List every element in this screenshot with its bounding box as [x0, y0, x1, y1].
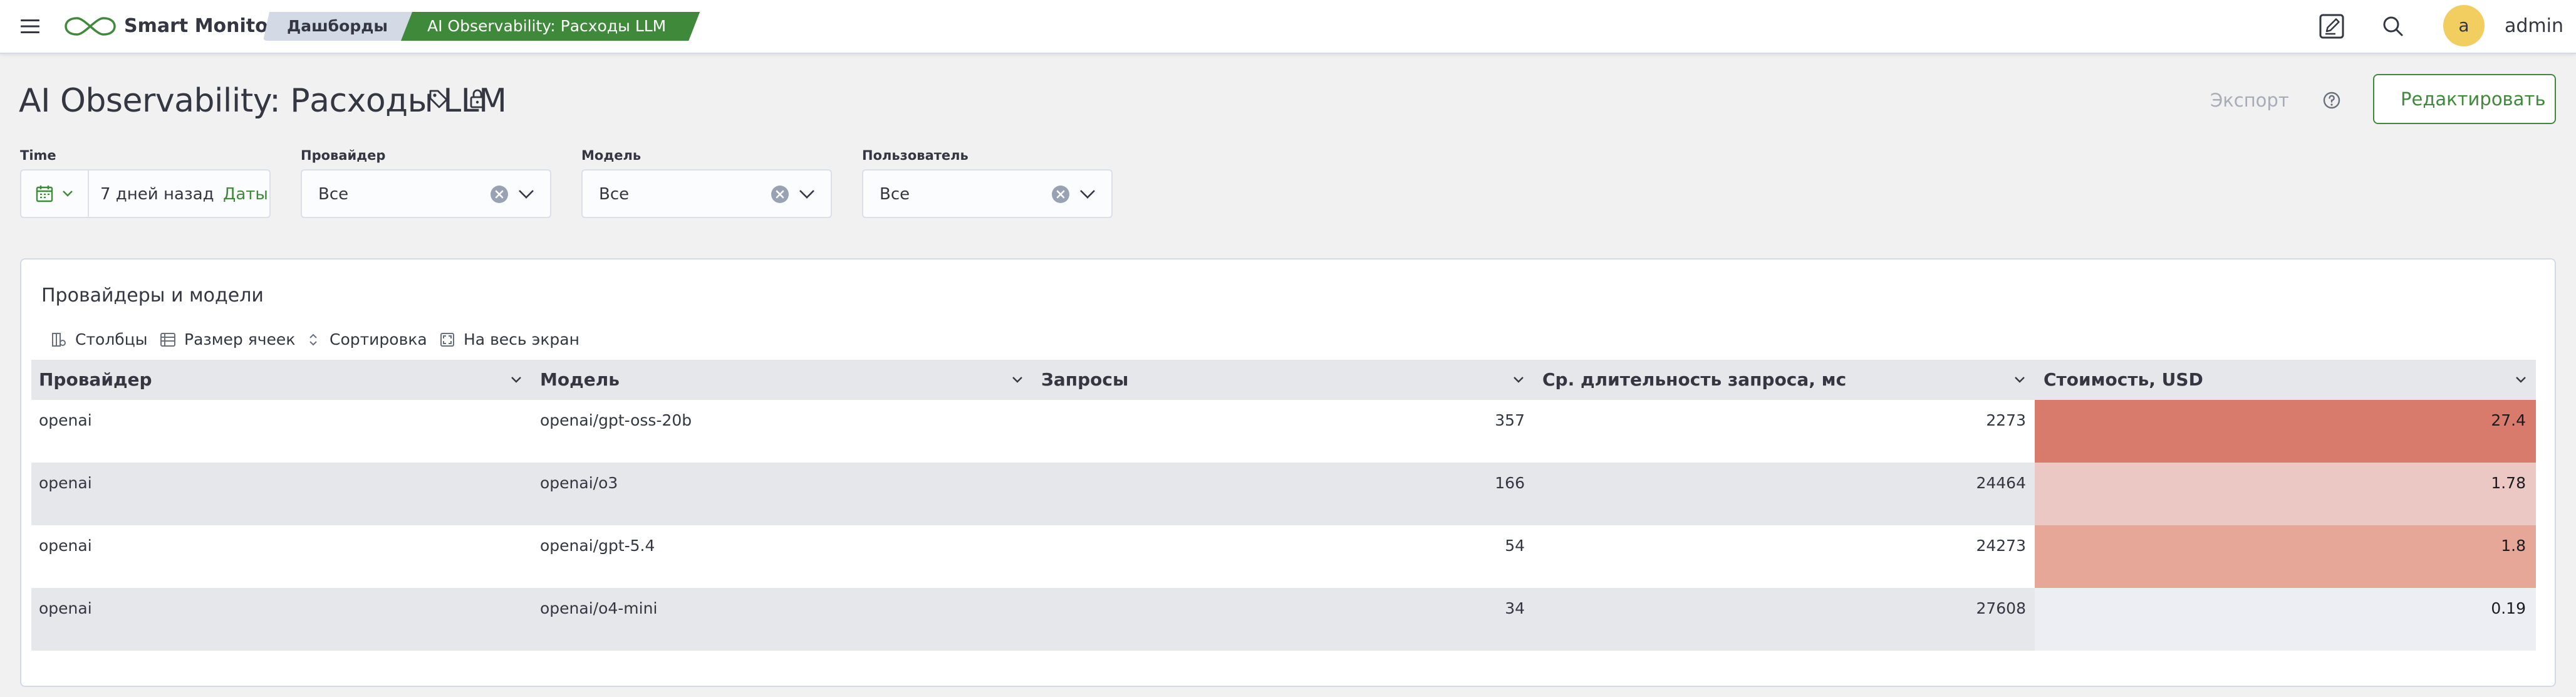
- sort-icon: [309, 333, 317, 346]
- cell-provider: openai: [39, 537, 92, 555]
- column-header-avg-duration[interactable]: Ср. длительность запроса, мс: [1535, 360, 1846, 400]
- cell-size-button[interactable]: Размер ячеек: [159, 328, 295, 351]
- cell-cost-value: 1.78: [2491, 474, 2526, 492]
- clear-icon[interactable]: [769, 184, 791, 205]
- cell-requests: 34: [1505, 599, 1525, 617]
- chevron-down-icon[interactable]: [1078, 186, 1098, 203]
- column-header-cost[interactable]: Стоимость, USD: [2036, 360, 2203, 400]
- model-filter-label: Модель: [581, 148, 641, 163]
- user-select[interactable]: Все: [862, 169, 1113, 218]
- fullscreen-button[interactable]: На весь экран: [439, 328, 579, 351]
- sort-button[interactable]: Сортировка: [304, 328, 427, 351]
- cell-requests: 166: [1495, 474, 1525, 492]
- table-row[interactable]: openai openai/o3 166 24464 1.78: [31, 463, 2536, 525]
- edit-notes-icon[interactable]: [2317, 11, 2347, 41]
- chevron-down-icon[interactable]: [797, 186, 817, 203]
- model-select-value: Все: [599, 185, 630, 204]
- cell-requests: 54: [1505, 537, 1525, 555]
- table-header: Провайдер Модель Запросы Ср. длительност…: [31, 360, 2536, 400]
- cell-cost: 1.8: [2035, 525, 2536, 588]
- time-filter: 7 дней назад Даты: [20, 169, 271, 218]
- cell-cost: 1.78: [2035, 463, 2536, 525]
- columns-label: Столбцы: [75, 330, 148, 348]
- edit-dashboard-label: Редактировать: [2401, 88, 2546, 110]
- fullscreen-label: На весь экран: [464, 330, 579, 348]
- export-button[interactable]: Экспорт: [2210, 88, 2289, 113]
- lock-icon[interactable]: [466, 88, 489, 110]
- cell-cost-value: 0.19: [2491, 599, 2526, 617]
- cell-cost-value: 1.8: [2501, 537, 2526, 555]
- chevron-down-icon[interactable]: [2011, 371, 2028, 389]
- breadcrumb-current-dashboard[interactable]: AI Observability: Расходы LLM: [401, 12, 700, 41]
- chevron-down-icon[interactable]: [1009, 371, 1026, 389]
- cell-cost: 0.19: [2035, 588, 2536, 651]
- table-density-icon: [160, 333, 175, 347]
- cell-model: openai/o3: [540, 474, 618, 492]
- time-dates-link[interactable]: Даты: [223, 183, 268, 206]
- calendar-icon: [36, 186, 53, 202]
- cell-cost-value: 27.4: [2491, 411, 2526, 429]
- cell-model: openai/gpt-oss-20b: [540, 411, 692, 429]
- breadcrumb-dashboards[interactable]: Дашборды: [263, 12, 417, 41]
- cell-provider: openai: [39, 474, 92, 492]
- smart-monitor-logo-icon[interactable]: [64, 15, 117, 38]
- app-name[interactable]: Smart Monitor: [124, 13, 278, 40]
- column-header-model[interactable]: Модель: [532, 360, 620, 400]
- cell-cost: 27.4: [2035, 400, 2536, 463]
- time-range-value[interactable]: 7 дней назад: [100, 183, 214, 206]
- cell-model: openai/o4-mini: [540, 599, 658, 617]
- time-quick-select[interactable]: [21, 170, 89, 217]
- cell-provider: openai: [39, 411, 92, 429]
- sort-label: Сортировка: [330, 330, 427, 348]
- chevron-down-icon[interactable]: [507, 371, 525, 389]
- user-avatar[interactable]: a: [2443, 5, 2485, 46]
- user-filter-label: Пользователь: [862, 148, 969, 163]
- user-name[interactable]: admin: [2505, 13, 2563, 39]
- cell-duration: 2273: [1986, 411, 2026, 429]
- cell-size-label: Размер ячеек: [184, 330, 296, 348]
- table-row[interactable]: openai openai/gpt-5.4 54 24273 1.8: [31, 525, 2536, 588]
- help-icon[interactable]: [2320, 89, 2343, 112]
- search-icon[interactable]: [2378, 11, 2408, 41]
- time-filter-label: Time: [20, 148, 56, 163]
- cell-duration: 24273: [1976, 537, 2026, 555]
- chevron-down-icon[interactable]: [2512, 371, 2530, 389]
- cell-duration: 27608: [1976, 599, 2026, 617]
- table-row[interactable]: openai openai/o4-mini 34 27608 0.19: [31, 588, 2536, 651]
- cell-model: openai/gpt-5.4: [540, 537, 655, 555]
- model-select[interactable]: Все: [581, 169, 832, 218]
- provider-select[interactable]: Все: [301, 169, 551, 218]
- provider-filter-label: Провайдер: [301, 148, 386, 163]
- column-header-provider[interactable]: Провайдер: [31, 360, 152, 400]
- menu-icon[interactable]: [19, 15, 41, 38]
- columns-icon: [52, 333, 66, 347]
- column-header-requests[interactable]: Запросы: [1034, 360, 1128, 400]
- chevron-down-icon[interactable]: [516, 186, 536, 203]
- clear-icon[interactable]: [489, 184, 510, 205]
- chevron-down-icon: [63, 191, 73, 197]
- panel-title: Провайдеры и модели: [41, 285, 264, 307]
- edit-dashboard-button[interactable]: Редактировать: [2373, 74, 2556, 124]
- fullscreen-icon: [440, 333, 454, 347]
- chevron-down-icon[interactable]: [1510, 371, 1527, 389]
- tag-icon[interactable]: [427, 88, 450, 110]
- cell-duration: 24464: [1976, 474, 2026, 492]
- user-select-value: Все: [880, 185, 910, 204]
- provider-select-value: Все: [318, 185, 349, 204]
- table-row[interactable]: openai openai/gpt-oss-20b 357 2273 27.4: [31, 400, 2536, 463]
- cell-requests: 357: [1495, 411, 1525, 429]
- cell-provider: openai: [39, 599, 92, 617]
- clear-icon[interactable]: [1050, 184, 1071, 205]
- columns-button[interactable]: Столбцы: [50, 328, 147, 351]
